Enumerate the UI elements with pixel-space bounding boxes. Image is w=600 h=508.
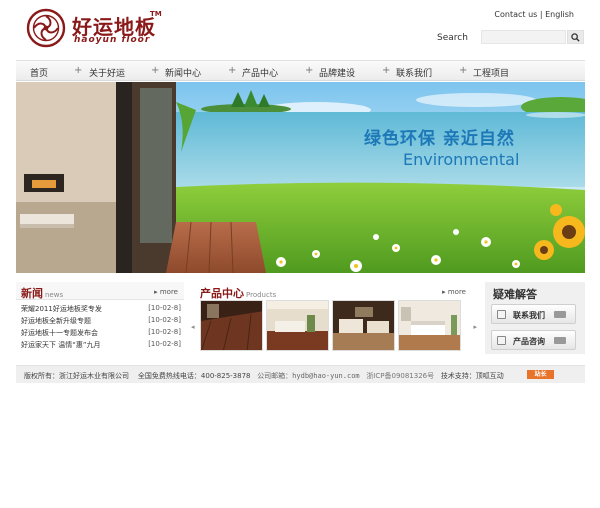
logo-trademark: TM (150, 10, 162, 18)
footer-hotline: 全国免费热线电话：400-825-3878 (137, 372, 251, 380)
english-link[interactable]: English (545, 10, 574, 19)
banner-scenery-image (16, 82, 585, 273)
footer-copyright: 版权所有：浙江好运木业有限公司 (24, 372, 129, 380)
logo-emblem-icon (26, 8, 66, 48)
banner-slogan-cn: 绿色环保 亲近自然 (364, 129, 515, 149)
nav-separator: + (228, 65, 237, 76)
logo-text-en: haoyun floor (74, 35, 151, 45)
products-subtitle: Products (246, 291, 277, 299)
consult-icon (497, 336, 506, 345)
site-header: 好运地板 TM haoyun floor Contact us | Englis… (0, 0, 600, 58)
news-item[interactable]: 好运地板全新升级专题 [10-02-8] (21, 316, 181, 328)
products-title: 产品中心 Products (200, 287, 277, 300)
nav-item-projects[interactable]: 工程项目 (473, 66, 509, 79)
go-arrow-icon (554, 311, 566, 318)
product-image (333, 301, 394, 350)
footer-email[interactable]: 公司邮箱：hydb@hao-yun.com (257, 372, 359, 380)
stats-badge[interactable]: 站长 (527, 370, 554, 379)
hero-banner[interactable]: 绿色环保 亲近自然 Environmental (16, 82, 585, 273)
product-thumbnail[interactable] (332, 300, 395, 351)
nav-item-news[interactable]: 新闻中心 (165, 66, 201, 79)
product-image (201, 301, 262, 350)
search-icon (571, 32, 580, 42)
product-image (399, 301, 460, 350)
banner-slogan-en: Environmental (403, 150, 520, 169)
go-arrow-icon (554, 337, 566, 344)
arrow-right-icon[interactable]: ▸ (473, 323, 477, 331)
contact-us-link[interactable]: Contact us (494, 10, 537, 19)
news-title: 新闻 news (21, 287, 64, 300)
contact-us-button[interactable]: 联系我们 (491, 304, 576, 324)
faq-title: 疑难解答 (493, 288, 537, 301)
news-item[interactable]: 荣耀2011好运地板奖专发 [10-02-8] (21, 304, 181, 316)
product-thumbnail[interactable] (266, 300, 329, 351)
contact-icon (497, 310, 506, 319)
top-links-separator: | (539, 10, 543, 19)
nav-separator: + (382, 65, 391, 76)
site-logo[interactable]: 好运地板 TM haoyun floor (26, 8, 166, 48)
nav-item-brand[interactable]: 品牌建设 (319, 66, 355, 79)
nav-item-home[interactable]: 首页 (30, 66, 48, 79)
news-header: 新闻 news ▸ more (16, 282, 184, 300)
site-footer: 版权所有：浙江好运木业有限公司 全国免费热线电话：400-825-3878 公司… (16, 365, 585, 383)
footer-support: 技术支持：顶呱互动 (440, 372, 504, 380)
nav-item-about[interactable]: 关于好运 (89, 66, 125, 79)
nav-separator: + (74, 65, 83, 76)
footer-info: 版权所有：浙江好运木业有限公司 全国免费热线电话：400-825-3878 公司… (24, 371, 504, 381)
news-more-link[interactable]: ▸ more (154, 288, 178, 296)
arrow-left-icon[interactable]: ◂ (191, 323, 195, 331)
nav-separator: + (459, 65, 468, 76)
nav-separator: + (305, 65, 314, 76)
products-panel: 产品中心 Products ▸ more ◂ ▸ (190, 282, 478, 354)
product-image (267, 301, 328, 350)
main-nav: 首页 + 关于好运 + 新闻中心 + 产品中心 + 品牌建设 + 联系我们 + … (16, 60, 585, 81)
footer-icp[interactable]: 浙ICP备09081326号 (366, 372, 434, 380)
news-item[interactable]: 好运地板十一专题发布会 [10-02-8] (21, 328, 181, 340)
news-item[interactable]: 好运家天下 温情“惠”九月 [10-02-8] (21, 340, 181, 352)
products-more-link[interactable]: ▸ more (442, 288, 466, 296)
product-thumbnail[interactable] (200, 300, 263, 351)
nav-separator: + (151, 65, 160, 76)
nav-item-products[interactable]: 产品中心 (242, 66, 278, 79)
nav-item-contact[interactable]: 联系我们 (396, 66, 432, 79)
top-links: Contact us | English (494, 10, 574, 19)
faq-panel: 疑难解答 联系我们 产品咨询 (485, 282, 585, 354)
search-button[interactable] (567, 30, 584, 44)
news-panel: 新闻 news ▸ more 荣耀2011好运地板奖专发 [10-02-8] 好运… (16, 282, 184, 354)
search-label: Search (437, 33, 468, 43)
search-input[interactable] (481, 30, 566, 44)
news-subtitle: news (45, 291, 64, 299)
product-thumbnail[interactable] (398, 300, 461, 351)
product-consult-button[interactable]: 产品咨询 (491, 330, 576, 350)
